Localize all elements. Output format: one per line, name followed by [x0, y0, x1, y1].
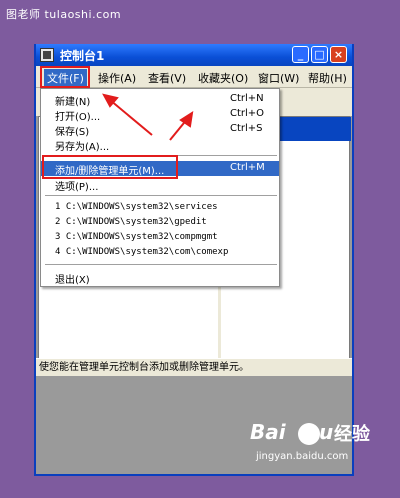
menu-separator	[45, 195, 277, 196]
file-menu-dropdown: 新建(N) Ctrl+N 打开(O)... Ctrl+O 保存(S) Ctrl+…	[40, 88, 280, 287]
menu-item-new[interactable]: 新建(N) Ctrl+N	[41, 92, 279, 108]
menu-item-options[interactable]: 选项(P)...	[41, 177, 279, 193]
window-title: 控制台1	[60, 49, 105, 63]
close-button[interactable]: ×	[330, 46, 347, 63]
minimize-button[interactable]: _	[292, 46, 309, 63]
jingyan-url: jingyan.baidu.com	[256, 451, 349, 462]
menu-item-recent-4[interactable]: 4 C:\WINDOWS\system32\com\comexp	[41, 246, 279, 261]
console-app-icon	[40, 48, 54, 62]
menu-favorites[interactable]: 收藏夹(O)	[198, 70, 248, 86]
annotation-box-add-remove	[42, 155, 178, 179]
menu-view[interactable]: 查看(V)	[148, 70, 186, 86]
maximize-button[interactable]: □	[311, 46, 328, 63]
menu-item-recent-3[interactable]: 3 C:\WINDOWS\system32\compmgmt	[41, 231, 279, 246]
menu-action[interactable]: 操作(A)	[98, 70, 136, 86]
menu-help[interactable]: 帮助(H)	[308, 70, 347, 86]
menu-item-exit[interactable]: 退出(X)	[41, 270, 279, 286]
baidu-logo-text: Bai	[250, 420, 286, 444]
jingyan-logo-text: 经验	[334, 424, 370, 445]
baidu-paw-icon	[298, 423, 320, 445]
menu-item-open[interactable]: 打开(O)... Ctrl+O	[41, 107, 279, 123]
menu-item-recent-2[interactable]: 2 C:\WINDOWS\system32\gpedit	[41, 216, 279, 231]
menu-item-save[interactable]: 保存(S) Ctrl+S	[41, 122, 279, 138]
baidu-logo-text-tail: u	[319, 420, 334, 444]
menu-window[interactable]: 窗口(W)	[258, 70, 299, 86]
menu-separator	[45, 264, 277, 265]
title-bar[interactable]: 控制台1 _ □ ×	[36, 44, 352, 66]
site-watermark: 图老师 tulaoshi.com	[6, 8, 122, 21]
annotation-box-file-menu	[40, 66, 90, 88]
menu-item-save-as[interactable]: 另存为(A)...	[41, 137, 279, 153]
status-bar: 使您能在管理单元控制台添加或删除管理单元。	[36, 358, 352, 376]
menu-item-recent-1[interactable]: 1 C:\WINDOWS\system32\services	[41, 201, 279, 216]
